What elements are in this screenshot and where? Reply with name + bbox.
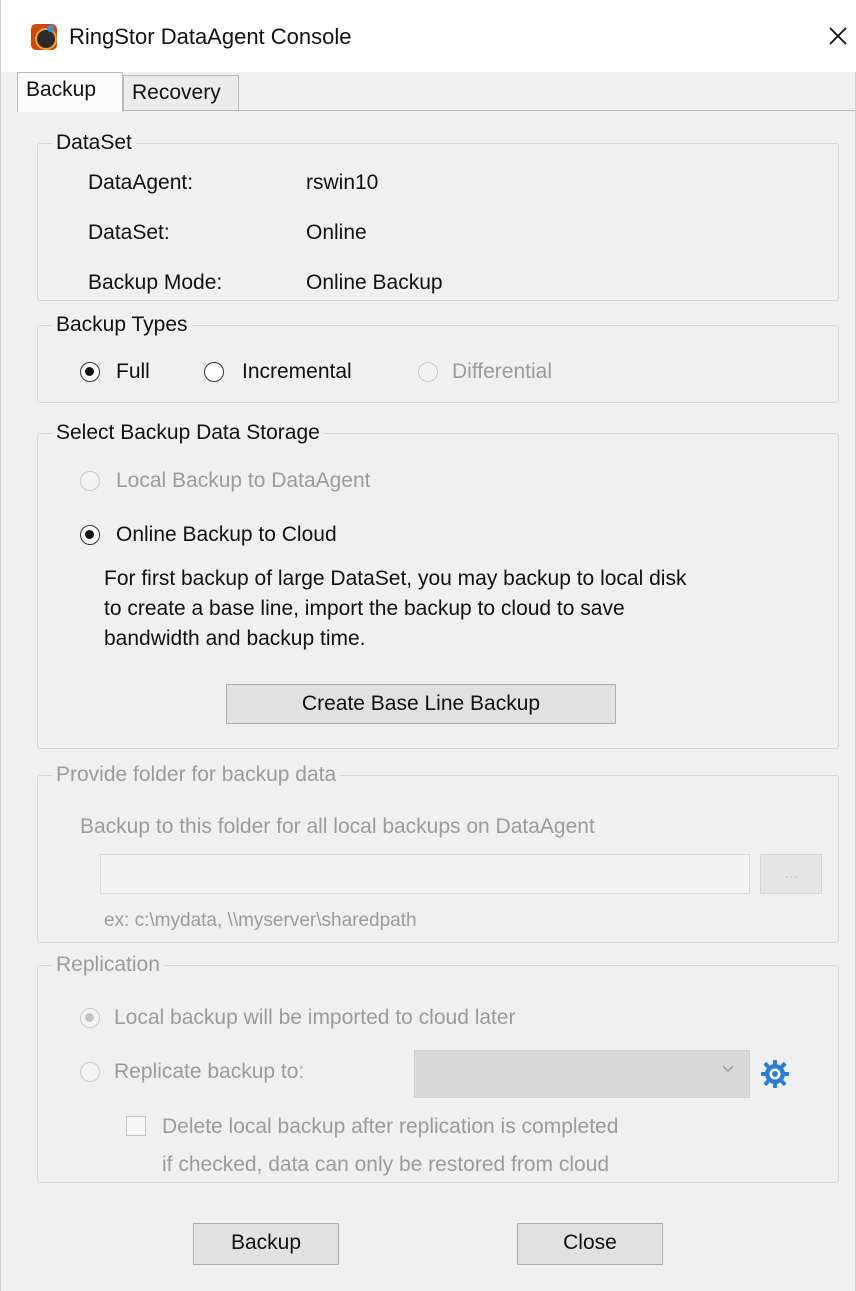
close-button[interactable]: Close	[517, 1223, 663, 1265]
dataagent-value: rswin10	[306, 171, 379, 194]
online-backup-radio-button[interactable]	[80, 525, 100, 545]
chevron-down-icon	[721, 1061, 735, 1080]
backup-folder-legend: Provide folder for backup data	[52, 762, 341, 788]
backup-folder-group: Provide folder for backup data Backup to…	[37, 762, 839, 943]
replication-group: Replication Local backup will be importe…	[37, 952, 839, 1183]
online-backup-label[interactable]: Online Backup to Cloud	[116, 522, 337, 548]
window-title: RingStor DataAgent Console	[69, 24, 352, 49]
backup-tab-panel: DataSet DataAgent: rswin10 DataSet: Onli…	[17, 110, 855, 1291]
backup-folder-input	[100, 854, 750, 894]
tab-backup[interactable]: Backup	[17, 72, 123, 112]
differential-radio-button	[418, 362, 438, 382]
full-label[interactable]: Full	[116, 359, 150, 385]
browse-folder-button: ...	[760, 854, 822, 894]
backup-button[interactable]: Backup	[193, 1223, 339, 1265]
incremental-radio-button[interactable]	[204, 362, 224, 382]
storage-description-line-3: bandwidth and backup time.	[104, 627, 366, 650]
local-backup-radio-button	[80, 471, 100, 491]
dataset-label: DataSet:	[88, 221, 170, 244]
delete-local-checkbox	[126, 1116, 146, 1136]
storage-description-line-1: For first backup of large DataSet, you m…	[104, 567, 687, 590]
storage-legend: Select Backup Data Storage	[52, 420, 324, 446]
dataset-group: DataSet DataAgent: rswin10 DataSet: Onli…	[37, 130, 839, 301]
import-later-radio-button	[80, 1008, 100, 1028]
backup-mode-label: Backup Mode:	[88, 271, 223, 294]
replicate-radio-button	[80, 1062, 100, 1082]
tab-recovery[interactable]: Recovery	[123, 75, 239, 110]
replication-legend: Replication	[52, 952, 164, 978]
dataagent-label: DataAgent:	[88, 171, 194, 194]
dataset-legend: DataSet	[52, 130, 136, 156]
title-bar[interactable]: RingStor DataAgent Console	[1, 0, 856, 72]
dataset-value: Online	[306, 221, 367, 244]
storage-group: Select Backup Data Storage Local Backup …	[37, 420, 839, 749]
full-radio-button[interactable]	[80, 362, 100, 382]
import-later-label: Local backup will be imported to cloud l…	[114, 1006, 516, 1029]
backup-folder-example: ex: c:\mydata, \\myserver\sharedpath	[104, 910, 417, 931]
replication-target-select	[414, 1050, 750, 1098]
differential-label: Differential	[452, 360, 552, 383]
local-backup-label: Local Backup to DataAgent	[116, 469, 371, 492]
replicate-label: Replicate backup to:	[114, 1060, 305, 1083]
backup-mode-value: Online Backup	[306, 271, 443, 294]
close-icon	[829, 27, 847, 45]
backup-folder-instruction: Backup to this folder for all local back…	[80, 815, 595, 838]
delete-local-label: Delete local backup after replication is…	[162, 1115, 619, 1138]
backup-types-legend: Backup Types	[52, 312, 192, 338]
incremental-label[interactable]: Incremental	[242, 359, 352, 385]
gear-icon[interactable]	[760, 1059, 790, 1089]
tab-strip: Backup Recovery	[1, 72, 856, 112]
app-logo-icon	[31, 24, 57, 50]
create-baseline-backup-button[interactable]: Create Base Line Backup	[226, 684, 616, 724]
console-window: RingStor DataAgent Console Backup Recove…	[0, 0, 856, 1291]
close-window-button[interactable]	[823, 18, 853, 54]
storage-description-line-2: to create a base line, import the backup…	[104, 597, 625, 620]
backup-types-group: Backup Types Full Incremental Differenti…	[37, 312, 839, 403]
delete-local-note: if checked, data can only be restored fr…	[162, 1153, 610, 1176]
